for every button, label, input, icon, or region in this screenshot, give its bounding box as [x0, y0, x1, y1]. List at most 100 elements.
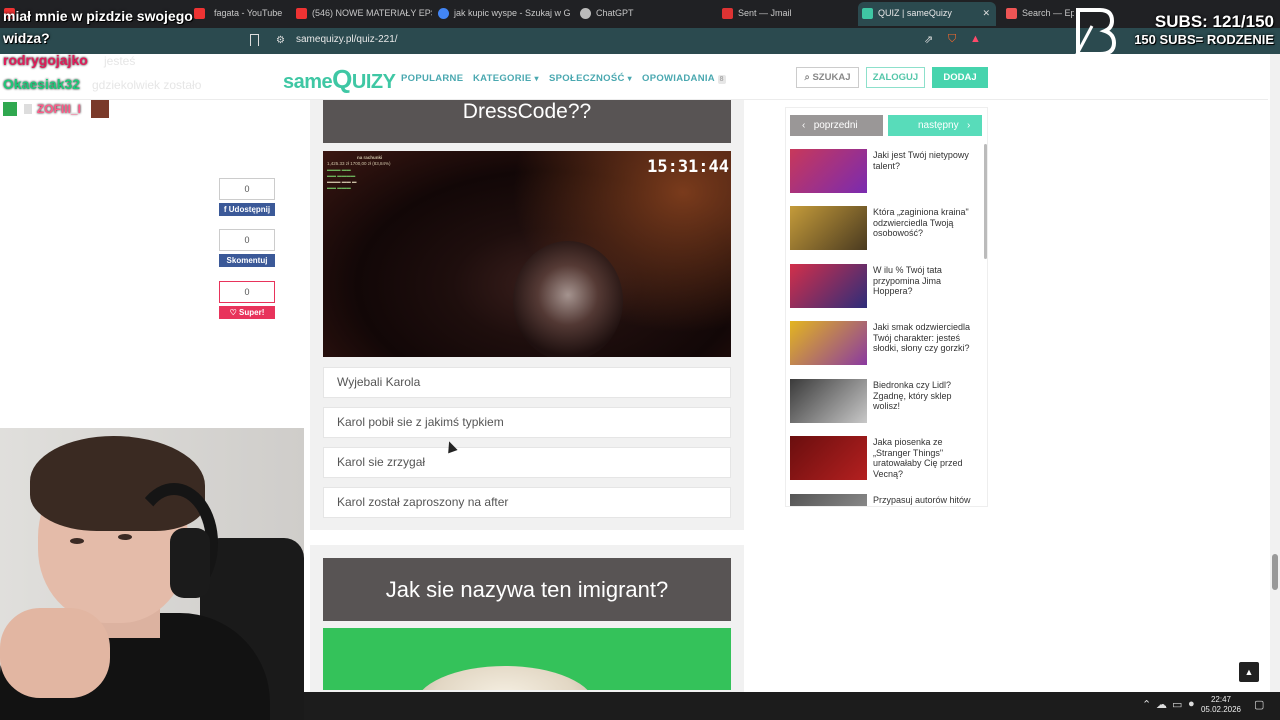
facebook-share-count: 0 — [219, 178, 275, 200]
back-to-top-button[interactable]: ▲ — [1239, 662, 1259, 682]
tab-favicon-icon — [1006, 8, 1017, 19]
browser-tab[interactable]: Search — Epst — [1002, 2, 1074, 26]
stream-caption: miał mnie w pizdzie swojego widza? — [3, 8, 193, 46]
comment-group: 0 Skomentuj — [219, 229, 275, 267]
answer-option[interactable]: Karol pobił sie z jakimś typkiem — [323, 407, 731, 438]
tab-favicon-icon — [722, 8, 733, 19]
stream-screenshot-overlay: na rachunki 1,425.33 zł 1700,00 zł (83,8… — [327, 155, 391, 190]
channel-logo-icon — [1074, 8, 1116, 57]
network-icon[interactable]: ▭ — [1172, 698, 1182, 711]
super-button[interactable]: ♡ Super! — [219, 306, 275, 319]
close-tab-icon[interactable]: ✕ — [982, 2, 990, 24]
quiz-title: Przypasuj autorów hitów — [873, 495, 971, 505]
facebook-share-group: 0 f Udostępnij — [219, 178, 275, 216]
answer-option[interactable]: Wyjebali Karola — [323, 367, 731, 398]
search-button[interactable]: ⌕ SZUKAJ — [796, 67, 859, 88]
tab-favicon-icon — [296, 8, 307, 19]
nav-categories[interactable]: KATEGORIE ▾ — [473, 73, 539, 84]
subscriber-count: SUBS: 121/150 — [1154, 12, 1274, 31]
browser-tab[interactable]: Sent — Jmail — [718, 2, 856, 26]
brave-shield-icon[interactable]: ⛉ — [948, 33, 956, 46]
quiz-thumbnail — [790, 321, 867, 365]
facebook-share-button[interactable]: f Udostępnij — [219, 203, 275, 216]
stream-timer: 15:31:44 — [647, 157, 729, 177]
notifications-icon[interactable]: ▢ — [1254, 698, 1264, 711]
question-title: Jak sie nazywa ten imigrant? — [323, 558, 731, 621]
chat-username: ZOFIII_I — [36, 102, 81, 116]
tab-favicon-icon — [862, 8, 873, 19]
stories-count-badge: 8 — [717, 75, 726, 84]
nav-community[interactable]: SPOŁECZNOŚĆ ▾ — [549, 73, 632, 84]
cloud-icon[interactable]: ☁ — [1156, 698, 1167, 711]
browser-tab[interactable]: (546) NOWE MATERIAŁY EPSTE — [292, 2, 432, 26]
quiz-title: Która „zaginiona kraina" odzwierciedla T… — [873, 207, 969, 238]
answer-option[interactable]: Karol sie zrzygał — [323, 447, 731, 478]
next-button[interactable]: następny › — [888, 115, 982, 136]
tab-favicon-icon — [438, 8, 449, 19]
url-field[interactable]: samequizy.pl/quiz-221/ — [296, 34, 398, 45]
super-count: 0 — [219, 281, 275, 303]
quiz-thumbnail — [790, 494, 867, 506]
related-quiz-item[interactable]: Jaka piosenka ze „Stranger Things" urato… — [790, 436, 982, 480]
chevron-left-icon: ‹ — [802, 120, 806, 131]
site-info-icon[interactable]: ⚙ — [276, 35, 285, 46]
quiz-thumbnail — [790, 264, 867, 308]
chevron-right-icon: › — [966, 120, 971, 131]
chevron-up-icon: ▲ — [1244, 667, 1254, 677]
related-quiz-item[interactable]: Która „zaginiona kraina" odzwierciedla T… — [790, 206, 982, 250]
answer-option[interactable]: Karol został zaproszony na after — [323, 487, 731, 518]
facebook-icon: f — [223, 205, 227, 214]
related-quiz-item[interactable]: Jaki jest Twój nietypowy talent? — [790, 149, 982, 193]
super-group: 0 ♡ Super! — [219, 281, 275, 319]
add-button[interactable]: DODAJ — [932, 67, 988, 88]
chat-username: Okaesiak32 — [3, 76, 81, 92]
browser-tab[interactable]: jak kupic wyspe - Szukaj w Go — [434, 2, 570, 26]
login-button[interactable]: ZALOGUJ — [866, 67, 925, 88]
chat-emote-icon — [91, 100, 110, 118]
comment-button[interactable]: Skomentuj — [219, 254, 275, 267]
question-image: na rachunki 1,425.33 zł 1700,00 zł (83,8… — [323, 151, 731, 357]
chat-line: ZOFIII_I — [3, 100, 110, 118]
related-quiz-item[interactable]: Przypasuj autorów hitów — [790, 494, 982, 506]
question-image — [323, 628, 731, 690]
search-icon: ⌕ — [804, 72, 810, 83]
quiz-thumbnail — [790, 206, 867, 250]
quiz-title: Jaka piosenka ze „Stranger Things" urato… — [873, 437, 963, 479]
nav-popular[interactable]: POPULARNE — [401, 73, 463, 84]
subscriber-goal-text: 150 SUBS= RODZENIE — [1134, 32, 1274, 47]
bookmark-icon[interactable] — [250, 34, 259, 46]
quiz-thumbnail — [790, 436, 867, 480]
site-header: sameQUIZY POPULARNE KATEGORIE ▾ SPOŁECZN… — [0, 54, 1268, 100]
browser-tab-active[interactable]: QUIZ | sameQuizy ✕ — [858, 2, 996, 26]
rewards-icon[interactable]: ▲ — [970, 33, 981, 45]
site-logo[interactable]: sameQUIZY — [283, 64, 396, 95]
microphone-icon[interactable]: ● — [1188, 698, 1195, 710]
chevron-up-icon[interactable]: ⌃ — [1142, 698, 1151, 711]
share-page-icon[interactable]: ⇗ — [924, 33, 933, 46]
quiz-title: W ilu % Twój tata przypomina Jima Hopper… — [873, 265, 942, 296]
streamer-hand — [0, 608, 110, 698]
tab-favicon-icon — [580, 8, 591, 19]
quiz-thumbnail — [790, 149, 867, 193]
quiz-title: Biedronka czy Lidl? Zgadnę, który sklep … — [873, 380, 952, 411]
related-quiz-item[interactable]: Biedronka czy Lidl? Zgadnę, który sklep … — [790, 379, 982, 423]
browser-tab[interactable]: ChatGPT — [576, 2, 716, 26]
related-quiz-item[interactable]: Jaki smak odzwierciedla Twój charakter: … — [790, 321, 982, 365]
quiz-title: Jaki smak odzwierciedla Twój charakter: … — [873, 322, 971, 353]
taskbar-clock[interactable]: 22:47 05.02.2026 — [1198, 695, 1244, 715]
chat-badge-icon — [24, 104, 33, 114]
sidebar-scrollbar[interactable] — [984, 144, 987, 259]
chevron-down-icon: ▾ — [534, 74, 539, 83]
scrollbar-thumb[interactable] — [1272, 554, 1278, 590]
quiz-thumbnail — [790, 379, 867, 423]
related-quiz-item[interactable]: W ilu % Twój tata przypomina Jima Hopper… — [790, 264, 982, 308]
nav-stories[interactable]: OPOWIADANIA 8 — [642, 73, 726, 84]
question-title: DressCode?? — [323, 100, 731, 143]
chat-username: rodrygojajko — [3, 52, 88, 68]
heart-icon: ♡ — [229, 308, 237, 317]
related-quizzes-sidebar: ‹ poprzedni następny › Jaki jest Twój ni… — [785, 107, 988, 507]
subscriber-goal: SUBS: 121/150 150 SUBS= RODZENIE — [1134, 12, 1274, 47]
page-scrollbar[interactable] — [1270, 54, 1280, 694]
person-hair-image — [415, 666, 595, 690]
previous-button[interactable]: ‹ poprzedni — [790, 115, 883, 136]
